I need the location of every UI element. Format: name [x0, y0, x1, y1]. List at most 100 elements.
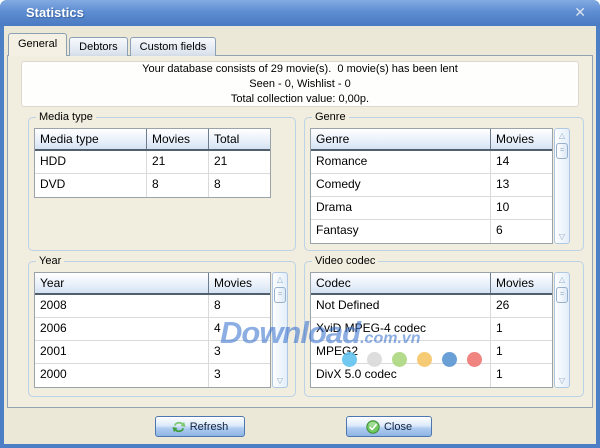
column-header[interactable]: Genre [311, 129, 490, 149]
group-genre: Genre GenreMoviesRomance14Comedy13Drama1… [304, 111, 584, 251]
table-cell: 1 [490, 318, 552, 340]
table-cell: 21 [146, 151, 208, 173]
table-row[interactable]: DivX 5.0 codec1 [311, 364, 552, 387]
column-header[interactable]: Movies [146, 129, 208, 149]
summary-line-2: Seen - 0, Wishlist - 0 [249, 77, 350, 92]
vertical-scrollbar[interactable]: △= ▽ [272, 272, 288, 388]
scroll-up-icon[interactable]: △ [555, 129, 569, 142]
table-cell: DivX 5.0 codec [311, 364, 490, 387]
table-cell: 8 [146, 174, 208, 197]
summary-line-3: Total collection value: 0,00p. [231, 92, 369, 107]
table-cell: Fantasy [311, 220, 490, 243]
scroll-thumb[interactable]: = [274, 287, 286, 303]
tab-custom-fields[interactable]: Custom fields [130, 37, 217, 56]
scroll-down-icon[interactable]: ▽ [273, 374, 287, 387]
vertical-scrollbar[interactable]: △= ▽ [554, 272, 570, 388]
table-row[interactable]: MPEG21 [311, 341, 552, 364]
table-cell: 8 [208, 174, 270, 197]
group-video-codec: Video codec CodecMoviesNot Defined26XviD… [304, 255, 584, 397]
refresh-icon [172, 420, 186, 434]
dialog-content: General Debtors Custom fields Your datab… [4, 26, 596, 444]
table-header-row: Media typeMoviesTotal [35, 129, 270, 151]
column-header[interactable]: Media type [35, 129, 146, 149]
group-media-type-label: Media type [36, 111, 96, 123]
scroll-thumb[interactable]: = [556, 287, 568, 303]
group-year: Year YearMovies20088200642001320003△=▽ [28, 255, 296, 397]
genre-table: GenreMoviesRomance14Comedy13Drama10Fanta… [310, 128, 578, 244]
table-row[interactable]: Romance14 [311, 151, 552, 174]
table-cell: 2006 [35, 318, 208, 340]
scroll-thumb[interactable]: = [556, 143, 568, 159]
title-bar[interactable]: Statistics ✕ [0, 0, 600, 26]
table-row[interactable]: Comedy13 [311, 174, 552, 197]
table-cell: 3 [208, 341, 270, 363]
table-cell: HDD [35, 151, 146, 173]
table-cell: Drama [311, 197, 490, 219]
table-row[interactable]: Drama10 [311, 197, 552, 220]
table-row[interactable]: XviD MPEG-4 codec1 [311, 318, 552, 341]
table-cell: 6 [490, 220, 552, 243]
table-row[interactable]: 20088 [35, 295, 270, 318]
table-cell: 8 [208, 295, 270, 317]
scroll-up-icon[interactable]: △ [273, 273, 287, 286]
table-cell: Romance [311, 151, 490, 173]
table-row[interactable]: Fantasy6 [311, 220, 552, 243]
table-header-row: GenreMovies [311, 129, 552, 151]
table-row[interactable]: DVD88 [35, 174, 270, 197]
group-genre-label: Genre [312, 111, 349, 123]
window-close-icon[interactable]: ✕ [574, 4, 586, 20]
summary-box: Your database consists of 29 movie(s). 0… [21, 61, 579, 107]
data-table: GenreMoviesRomance14Comedy13Drama10Fanta… [310, 128, 553, 244]
table-cell: 4 [208, 318, 270, 340]
table-cell: 14 [490, 151, 552, 173]
column-header[interactable]: Movies [208, 273, 270, 293]
table-header-row: YearMovies [35, 273, 270, 295]
vertical-scrollbar[interactable]: △= ▽ [554, 128, 570, 244]
scroll-down-icon[interactable]: ▽ [555, 230, 569, 243]
table-cell: DVD [35, 174, 146, 197]
table-cell: 3 [208, 364, 270, 387]
data-table: YearMovies20088200642001320003 [34, 272, 271, 388]
table-row[interactable]: HDD2121 [35, 151, 270, 174]
tab-strip: General Debtors Custom fields [8, 33, 218, 56]
refresh-button[interactable]: Refresh [155, 416, 245, 437]
video-codec-table: CodecMoviesNot Defined26XviD MPEG-4 code… [310, 272, 578, 388]
year-table: YearMovies20088200642001320003△=▽ [34, 272, 290, 388]
table-cell: 26 [490, 295, 552, 317]
table-cell: 13 [490, 174, 552, 196]
column-header[interactable]: Movies [490, 129, 552, 149]
table-cell: 2001 [35, 341, 208, 363]
table-row[interactable]: 20003 [35, 364, 270, 387]
column-header[interactable]: Movies [490, 273, 552, 293]
table-cell: 21 [208, 151, 270, 173]
tab-debtors[interactable]: Debtors [69, 37, 128, 56]
media-type-table: Media typeMoviesTotalHDD2121DVD88 [34, 128, 290, 198]
summary-line-1: Your database consists of 29 movie(s). 0… [142, 62, 458, 77]
table-cell: 10 [490, 197, 552, 219]
screen: Statistics ✕ General Debtors Custom fiel… [0, 0, 600, 448]
tab-page-general: Your database consists of 29 movie(s). 0… [7, 55, 593, 408]
table-cell: 1 [490, 341, 552, 363]
check-icon [366, 420, 380, 434]
column-header[interactable]: Year [35, 273, 208, 293]
group-video-codec-label: Video codec [312, 255, 378, 267]
table-row[interactable]: 20013 [35, 341, 270, 364]
table-row[interactable]: Not Defined26 [311, 295, 552, 318]
column-header[interactable]: Codec [311, 273, 490, 293]
table-cell: 1 [490, 364, 552, 387]
table-row[interactable]: 20064 [35, 318, 270, 341]
statistics-dialog: Statistics ✕ General Debtors Custom fiel… [0, 0, 600, 448]
close-button-label: Close [384, 421, 412, 433]
table-cell: Not Defined [311, 295, 490, 317]
column-header[interactable]: Total [208, 129, 270, 149]
close-button[interactable]: Close [346, 416, 432, 437]
scroll-up-icon[interactable]: △ [555, 273, 569, 286]
window-title: Statistics [26, 5, 84, 20]
table-header-row: CodecMovies [311, 273, 552, 295]
group-year-label: Year [36, 255, 64, 267]
refresh-button-label: Refresh [190, 421, 229, 433]
table-cell: Comedy [311, 174, 490, 196]
table-cell: XviD MPEG-4 codec [311, 318, 490, 340]
tab-general[interactable]: General [8, 33, 67, 56]
scroll-down-icon[interactable]: ▽ [555, 374, 569, 387]
